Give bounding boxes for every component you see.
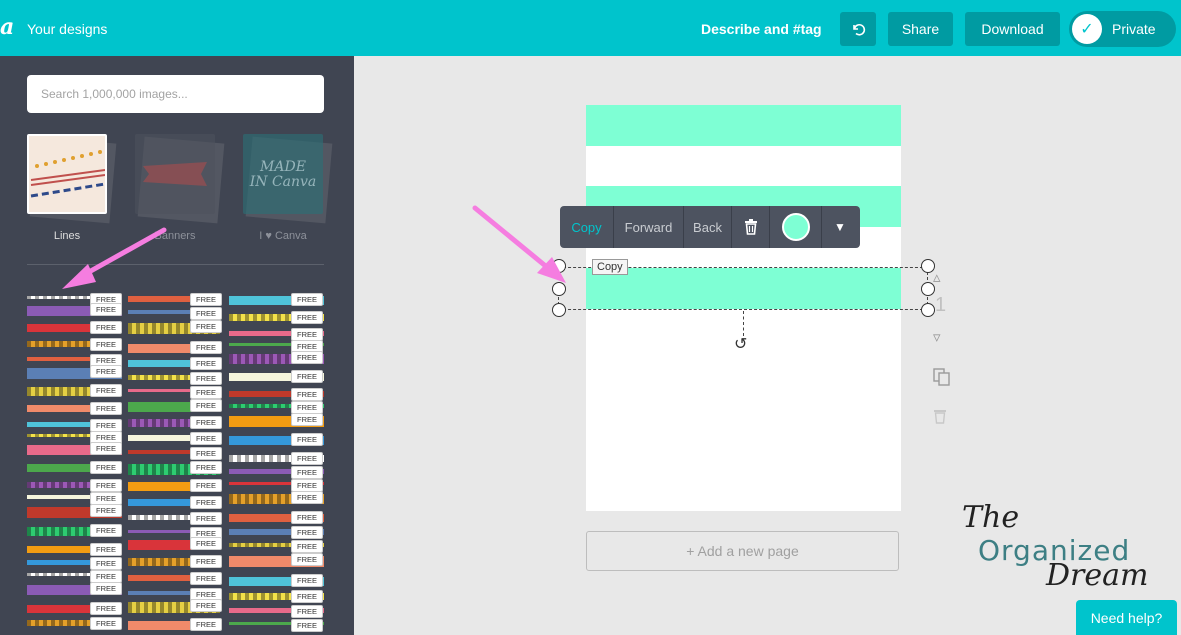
need-help-button[interactable]: Need help? [1076, 600, 1177, 635]
watermark-dream: Dream [1046, 558, 1149, 593]
organized-dream-watermark: The Organized Dream [958, 500, 1168, 595]
watermark-the: The [962, 500, 1020, 535]
